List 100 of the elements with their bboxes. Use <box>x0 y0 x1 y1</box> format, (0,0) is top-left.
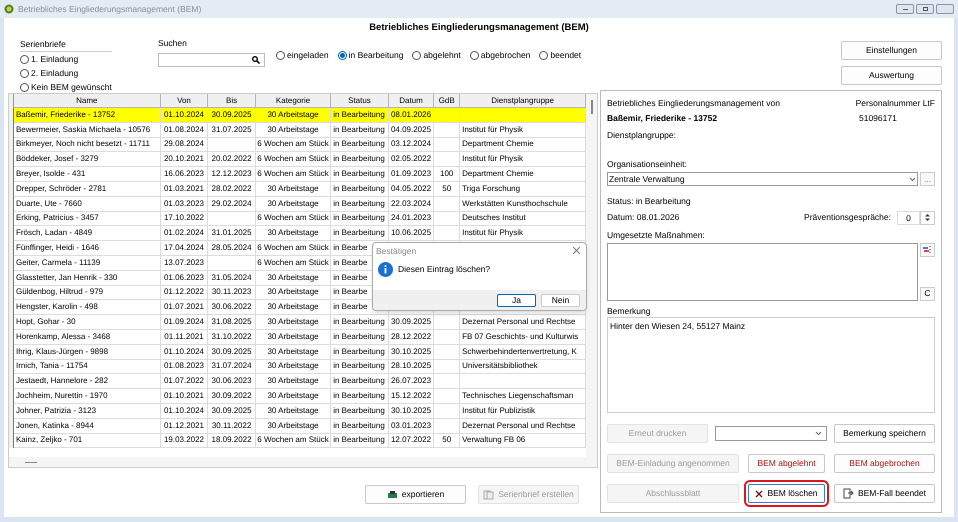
table-cell: Birkmeyer, Noch nicht besetzt - 11711 <box>16 138 150 150</box>
table-cell: 30.09.2025 <box>212 346 252 358</box>
table-cell: 01.11.2021 <box>164 330 204 343</box>
table-cell: 30 Arbeitstage <box>267 346 319 358</box>
table-cell: 31.08.2025 <box>212 316 252 328</box>
table-cell: in Bearbeitung <box>333 360 385 372</box>
table-cell: FB 07 Geschichts- und Kulturwis <box>462 330 578 343</box>
table-cell: in Bearbeitung <box>333 404 385 417</box>
table-cell: in Bearbe <box>333 272 368 284</box>
table-cell: 31.07.2024 <box>212 360 252 372</box>
table-cell: 28.05.2024 <box>212 242 252 254</box>
radio-label: 2. Einladung <box>31 67 78 80</box>
table-cell: Glasstetter, Jan Henrik - 330 <box>16 272 118 284</box>
table-cell: Institut für Physik <box>462 153 524 166</box>
table-cell: 30 Arbeitstage <box>267 301 319 314</box>
table-cell: Johner, Patrizia - 3123 <box>16 404 96 417</box>
table-cell: 30.11.2022 <box>212 420 252 432</box>
table-cell: 31.10.2022 <box>212 330 252 343</box>
table-cell: 22.03.2024 <box>390 198 432 210</box>
table-cell: 01.07.2022 <box>164 375 204 388</box>
details-title: Betriebliches Eingliederungsmanagement von <box>607 97 780 110</box>
radio-label: abgebrochen <box>480 49 530 62</box>
table-cell: 28.02.2022 <box>212 182 252 195</box>
table-cell: 01.12.2022 <box>164 286 204 298</box>
prevention-label: Präventionsgespräche: <box>804 211 891 224</box>
table-cell: 6 Wochen am Stück <box>257 434 329 446</box>
table-cell: 30 Arbeitstage <box>267 404 319 417</box>
table-cell: in Bearbeitung <box>333 138 385 150</box>
status-text: Status: in Bearbeitung <box>607 195 692 208</box>
table-cell: Universitätsbibliothek <box>462 360 538 372</box>
table-cell: 50 <box>442 434 452 446</box>
table-cell: 16.06.2023 <box>164 168 204 180</box>
table-cell: 08.01.2026 <box>390 108 432 121</box>
table-cell: 30.09.2022 <box>212 390 252 402</box>
table-cell: 10.06.2025 <box>390 227 432 240</box>
table-cell: 30 Arbeitstage <box>267 316 319 328</box>
table-cell: in Bearbe <box>333 242 368 254</box>
table-cell: 13.07.2023 <box>164 256 204 269</box>
table-cell: 30 Arbeitstage <box>267 182 319 195</box>
table-cell: 03.12.2024 <box>390 138 432 150</box>
radio-label: in Bearbeitung <box>348 49 404 62</box>
table-cell: 01.08.2023 <box>164 360 204 372</box>
table-cell: 30.06.2023 <box>212 375 252 388</box>
radio-label: 1. Einladung <box>31 53 78 66</box>
table-cell: Kainz, Zeljko - 701 <box>16 434 82 446</box>
table-cell: Verwaltung FB 06 <box>462 434 526 446</box>
table-cell: 01.03.2021 <box>164 182 204 195</box>
table-cell: 26.07.2023 <box>390 375 432 388</box>
table-cell: 30.11.2023 <box>212 286 252 298</box>
table-cell: Department Chemie <box>462 168 534 180</box>
table-cell: 30.06.2022 <box>212 301 252 314</box>
table-cell: 01.06.2023 <box>164 272 204 284</box>
table-cell: 15.12.2022 <box>390 390 432 402</box>
table-cell: in Bearbe <box>333 256 368 269</box>
table-cell: Jonen, Katinka - 8944 <box>16 420 94 432</box>
table-cell: 03.01.2023 <box>390 420 432 432</box>
table-cell: in Bearbe <box>333 286 368 298</box>
table-cell: in Bearbeitung <box>333 375 385 388</box>
table-cell: Geiter, Carmela - 11139 <box>16 256 100 269</box>
table-cell: 31.07.2025 <box>212 124 252 136</box>
table-cell: Horenkamp, Alessa - 3468 <box>16 330 110 343</box>
table-cell: Güldenbog, Hiltrud - 979 <box>16 286 104 298</box>
table-cell: 19.03.2022 <box>164 434 204 446</box>
table-cell: 30.10.2025 <box>390 404 432 417</box>
table-cell: 01.10.2024 <box>164 346 204 358</box>
table-cell: Drepper, Schröder - 2781 <box>16 182 106 195</box>
table-cell: Duarte, Ute - 7660 <box>16 198 82 210</box>
table-cell: 28.10.2025 <box>390 360 432 372</box>
table-cell: 6 Wochen am Stück <box>257 153 329 166</box>
table-cell: 01.12.2021 <box>164 420 204 432</box>
table-cell: 17.04.2024 <box>164 242 204 254</box>
table-cell: in Bearbeitung <box>333 198 385 210</box>
table-cell: 30.10.2025 <box>390 346 432 358</box>
table-cell: 30 Arbeitstage <box>267 272 319 284</box>
measures-label: Umgesetzte Maßnahmen: <box>607 228 706 242</box>
table-cell: Technisches Liegenschaftsman <box>462 390 574 402</box>
table-cell: in Bearbeitung <box>333 420 385 432</box>
table-cell: Hopt, Gohar - 30 <box>16 316 76 328</box>
table-cell: 30 Arbeitstage <box>267 360 319 372</box>
table-cell: 12.12.2023 <box>212 168 252 180</box>
date-text: Datum: 08.01.2026 <box>607 211 680 224</box>
table-cell: in Bearbeitung <box>333 330 385 343</box>
table-cell: in Bearbeitung <box>333 182 385 195</box>
table-cell: Institut für Physik <box>462 124 524 136</box>
table-cell: 31.01.2025 <box>212 227 252 240</box>
table-cell: Fünffinger, Heidi - 1646 <box>16 242 99 254</box>
page-heading: Betriebliches Eingliederungsmanagement (BEM) <box>368 21 590 35</box>
table-cell: 24.01.2023 <box>390 212 432 224</box>
table-cell: Institut für Publizistik <box>462 404 536 417</box>
table-cell: 04.09.2025 <box>390 124 432 136</box>
table-cell: in Bearbeitung <box>333 346 385 358</box>
table-cell: 01.08.2024 <box>164 124 204 136</box>
personnel-label: Personalnummer LtF <box>856 97 935 110</box>
table-cell: 30 Arbeitstage <box>267 124 319 136</box>
table-cell: 30.09.2025 <box>212 108 252 121</box>
table-cell: 01.10.2024 <box>164 404 204 417</box>
table-cell: 6 Wochen am Stück <box>257 168 329 180</box>
org-label: Organisationseinheit: <box>607 158 688 171</box>
table-cell: Institut für Physik <box>462 227 524 240</box>
table-cell: in Bearbeitung <box>333 124 385 136</box>
